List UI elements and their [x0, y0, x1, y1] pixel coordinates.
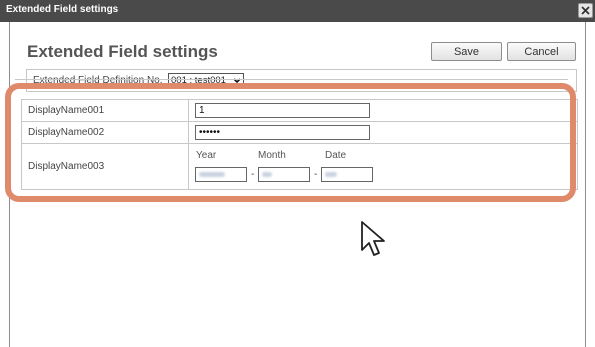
- mouse-pointer-icon: [361, 221, 385, 256]
- window-titlebar: Extended Field settings: [0, 0, 595, 22]
- divider: [15, 79, 568, 80]
- close-icon: [581, 6, 590, 15]
- highlight-frame: [5, 83, 576, 202]
- close-button[interactable]: [578, 3, 593, 18]
- save-button[interactable]: Save: [431, 42, 502, 61]
- cancel-button[interactable]: Cancel: [507, 42, 576, 61]
- window-title: Extended Field settings: [6, 4, 119, 15]
- page-title: Extended Field settings: [27, 42, 218, 61]
